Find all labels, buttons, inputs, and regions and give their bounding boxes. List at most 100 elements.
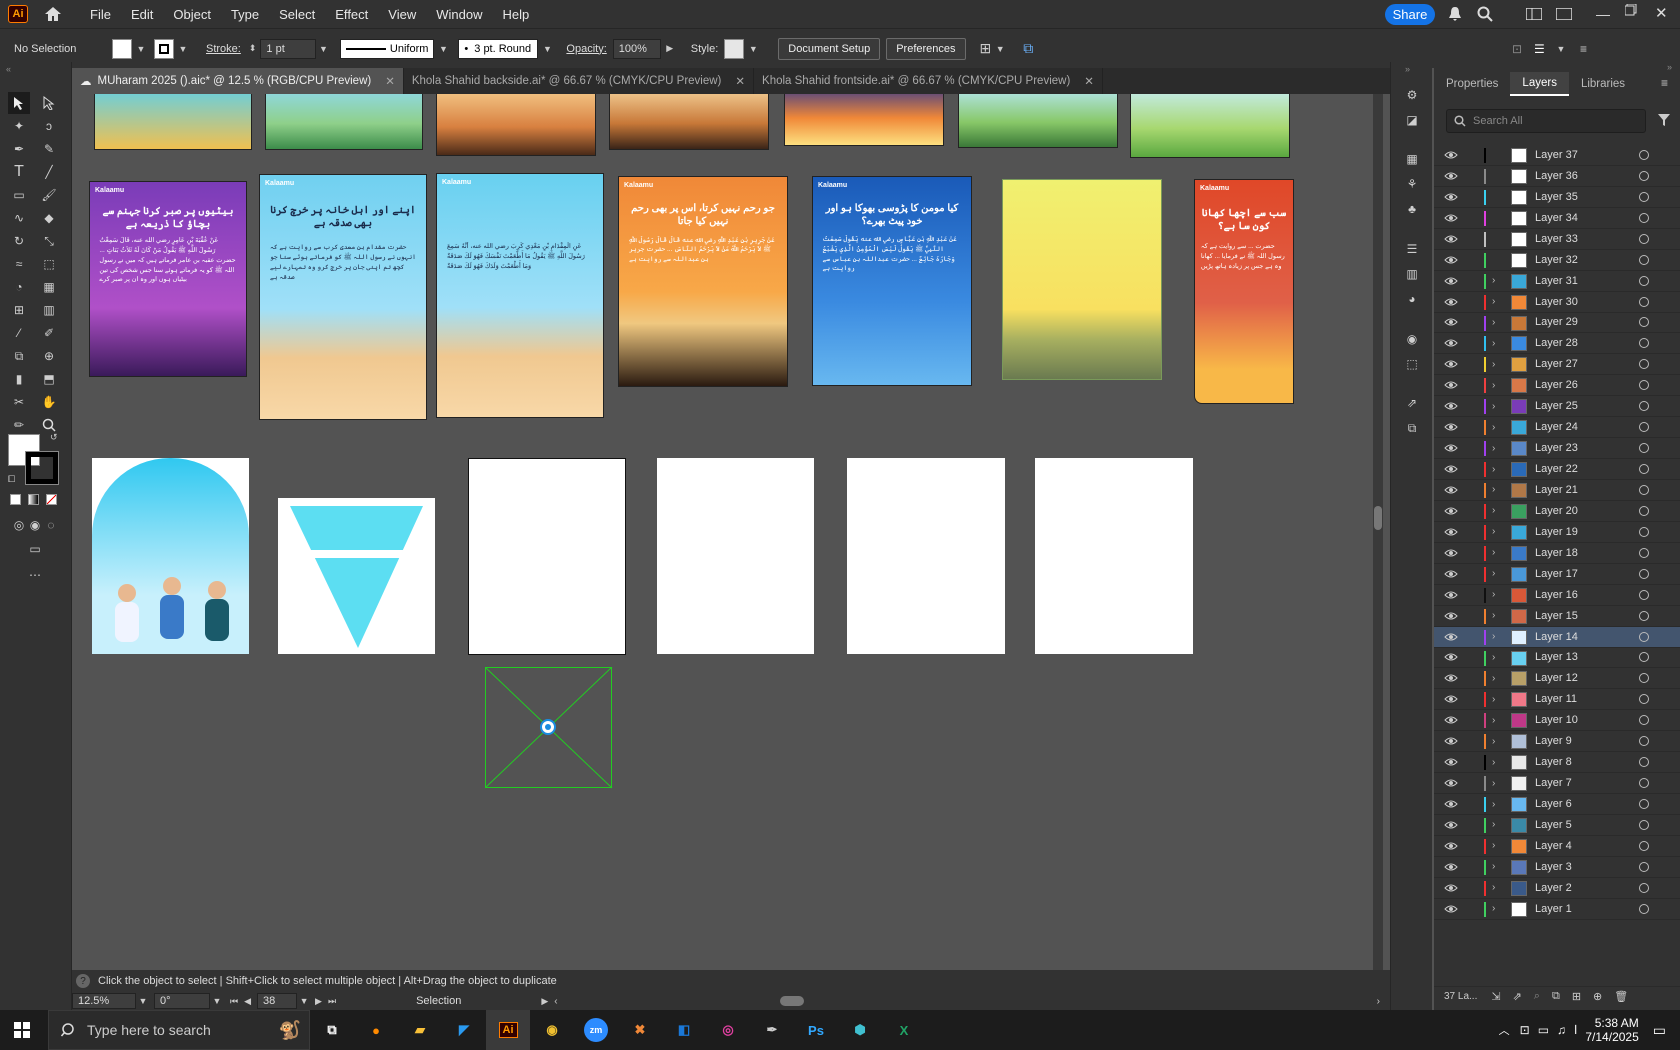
layer-row[interactable]: › Layer 31 [1434,271,1680,292]
poster-card[interactable]: Kalaamu بیٹیوں پر صبر کرنا جہنم سے بچاؤ … [89,181,247,377]
layer-row[interactable]: Layer 35 [1434,187,1680,208]
layer-name[interactable]: Layer 29 [1535,316,1578,328]
poster-card[interactable]: Kalaamu جو رحم نہیں کرتا، اس پر بھی رحم … [618,176,788,387]
poster-card[interactable]: Kalaamu کیا مومن کا پڑوسی بھوکا ہو اور خ… [812,176,972,386]
menu-icon[interactable]: ≡ [1580,42,1587,56]
windows-start-icon[interactable] [0,1010,44,1050]
artboard-shield[interactable] [278,498,435,654]
layer-name[interactable]: Layer 12 [1535,672,1578,684]
measure-icon[interactable]: ✐ [38,322,60,344]
chevron-down-icon[interactable]: ▼ [212,996,222,1006]
eye-icon[interactable] [1444,590,1458,600]
hand-tool-icon[interactable]: ✋ [38,391,60,413]
layer-name[interactable]: Layer 35 [1535,191,1578,203]
eye-icon[interactable] [1444,506,1458,516]
artboard-top-7[interactable] [1130,94,1290,158]
search-icon[interactable] [1477,6,1493,25]
variable-width-profile[interactable]: Uniform [340,38,435,59]
layer-row[interactable]: › Layer 30 [1434,292,1680,313]
layer-row[interactable]: Layer 33 [1434,229,1680,250]
eraser-icon[interactable]: ◆ [38,207,60,229]
layer-row[interactable]: › Layer 11 [1434,689,1680,711]
target-icon[interactable] [1639,715,1649,726]
home-icon[interactable] [42,3,64,25]
target-icon[interactable] [1639,275,1649,286]
chevron-right-icon[interactable]: › [1492,484,1495,495]
artboard-top-4[interactable] [609,94,769,150]
chevron-right-icon[interactable]: › [1492,380,1495,391]
chevron-right-icon[interactable]: › [1492,819,1495,830]
color-mode-icon[interactable] [10,494,21,505]
artboard-top-6[interactable] [958,94,1118,148]
swap-icon[interactable]: ↺ [50,432,58,443]
artboards-panel-icon[interactable]: ⬚ [1401,353,1423,375]
eye-icon[interactable] [1444,359,1458,369]
layer-row[interactable]: › Layer 24 [1434,417,1680,439]
layer-row[interactable]: › Layer 29 [1434,313,1680,334]
layer-row[interactable]: › Layer 6 [1434,794,1680,815]
layer-row[interactable]: › Layer 14 [1434,626,1680,648]
eye-icon[interactable] [1444,757,1458,767]
selection-tool-icon[interactable] [8,92,30,114]
workspace-icon[interactable] [1525,7,1543,23]
illustrator-taskbar-icon[interactable]: Ai [486,1010,530,1050]
shaper-tool-icon[interactable]: ∿ [8,207,30,229]
chevron-right-icon[interactable]: › [1492,631,1495,642]
chevron-right-icon[interactable]: › [1492,778,1495,789]
target-icon[interactable] [1639,505,1649,516]
swatches-icon[interactable]: ▦ [1401,148,1423,170]
eye-icon[interactable] [1444,276,1458,286]
excel-icon[interactable]: X [882,1010,926,1050]
curvature-tool-icon[interactable]: ✎ [38,138,60,160]
menu-window[interactable]: Window [426,7,492,22]
opacity-label[interactable]: Opacity: [566,43,606,55]
style-swatch[interactable] [724,38,745,59]
poster-card[interactable]: Kalaamu عَنِ الْمِقْدَامِ بْنِ مَعْدِي ك… [436,173,604,418]
layer-name[interactable]: Layer 7 [1535,777,1572,789]
eye-icon[interactable] [1444,171,1458,181]
perspective-grid-icon[interactable]: ▦ [38,276,60,298]
eye-icon[interactable] [1444,401,1458,411]
chevron-right-icon[interactable]: › [1492,799,1495,810]
target-icon[interactable] [1639,694,1649,705]
layer-row[interactable]: › Layer 12 [1434,668,1680,690]
target-icon[interactable] [1639,296,1649,307]
chevron-right-icon[interactable]: › [1492,652,1495,663]
layer-row[interactable]: › Layer 8 [1434,752,1680,774]
chevron-right-icon[interactable]: › [1492,464,1495,475]
collapse-icon[interactable]: « [6,64,11,74]
trash-icon[interactable]: 🗑 [1614,990,1628,1003]
arrange-icon[interactable] [1555,7,1573,23]
column-graph-icon[interactable]: ▮ [8,368,30,390]
chevron-right-icon[interactable]: › [1492,882,1495,893]
layer-row[interactable]: › Layer 13 [1434,648,1680,669]
chevron-down-icon[interactable]: ▼ [438,44,448,54]
stroke-panel-icon[interactable]: ☰ [1401,238,1423,260]
chevron-right-icon[interactable]: › [1492,359,1495,370]
eye-icon[interactable] [1444,569,1458,579]
layer-name[interactable]: Layer 9 [1535,735,1572,747]
chevron-right-icon[interactable]: › [1492,296,1495,307]
mesh-tool-icon[interactable]: ⊞ [8,299,30,321]
target-icon[interactable] [1639,799,1649,810]
layer-name[interactable]: Layer 31 [1535,275,1578,287]
clip-mask-icon[interactable]: ⧉ [1552,990,1560,1003]
chevron-right-icon[interactable]: ▶ [665,43,675,54]
chevron-right-icon[interactable]: › [1492,736,1495,747]
panel-toggle-icon[interactable]: ☰ [1534,42,1545,56]
chevron-down-icon[interactable]: ▼ [995,44,1005,54]
layer-row[interactable]: › Layer 23 [1434,438,1680,460]
filter-icon[interactable] [1658,113,1670,130]
layer-name[interactable]: Layer 6 [1535,798,1572,810]
line-tool-icon[interactable]: ╱ [38,161,60,183]
chevron-right-icon[interactable]: › [1492,317,1495,328]
menu-select[interactable]: Select [269,7,325,22]
layer-row[interactable]: › Layer 27 [1434,354,1680,376]
chevron-right-icon[interactable]: › [1492,903,1495,914]
creative-cloud-icon[interactable]: ◎ [706,1010,750,1050]
tab-muharam[interactable]: ☁ MUharam 2025 ().aic* @ 12.5 % (RGB/CPU … [72,68,404,94]
photoshop-icon[interactable]: Ps [794,1010,838,1050]
layer-name[interactable]: Layer 21 [1535,484,1578,496]
close-icon[interactable]: ✕ [1084,74,1094,88]
target-icon[interactable] [1639,631,1649,642]
